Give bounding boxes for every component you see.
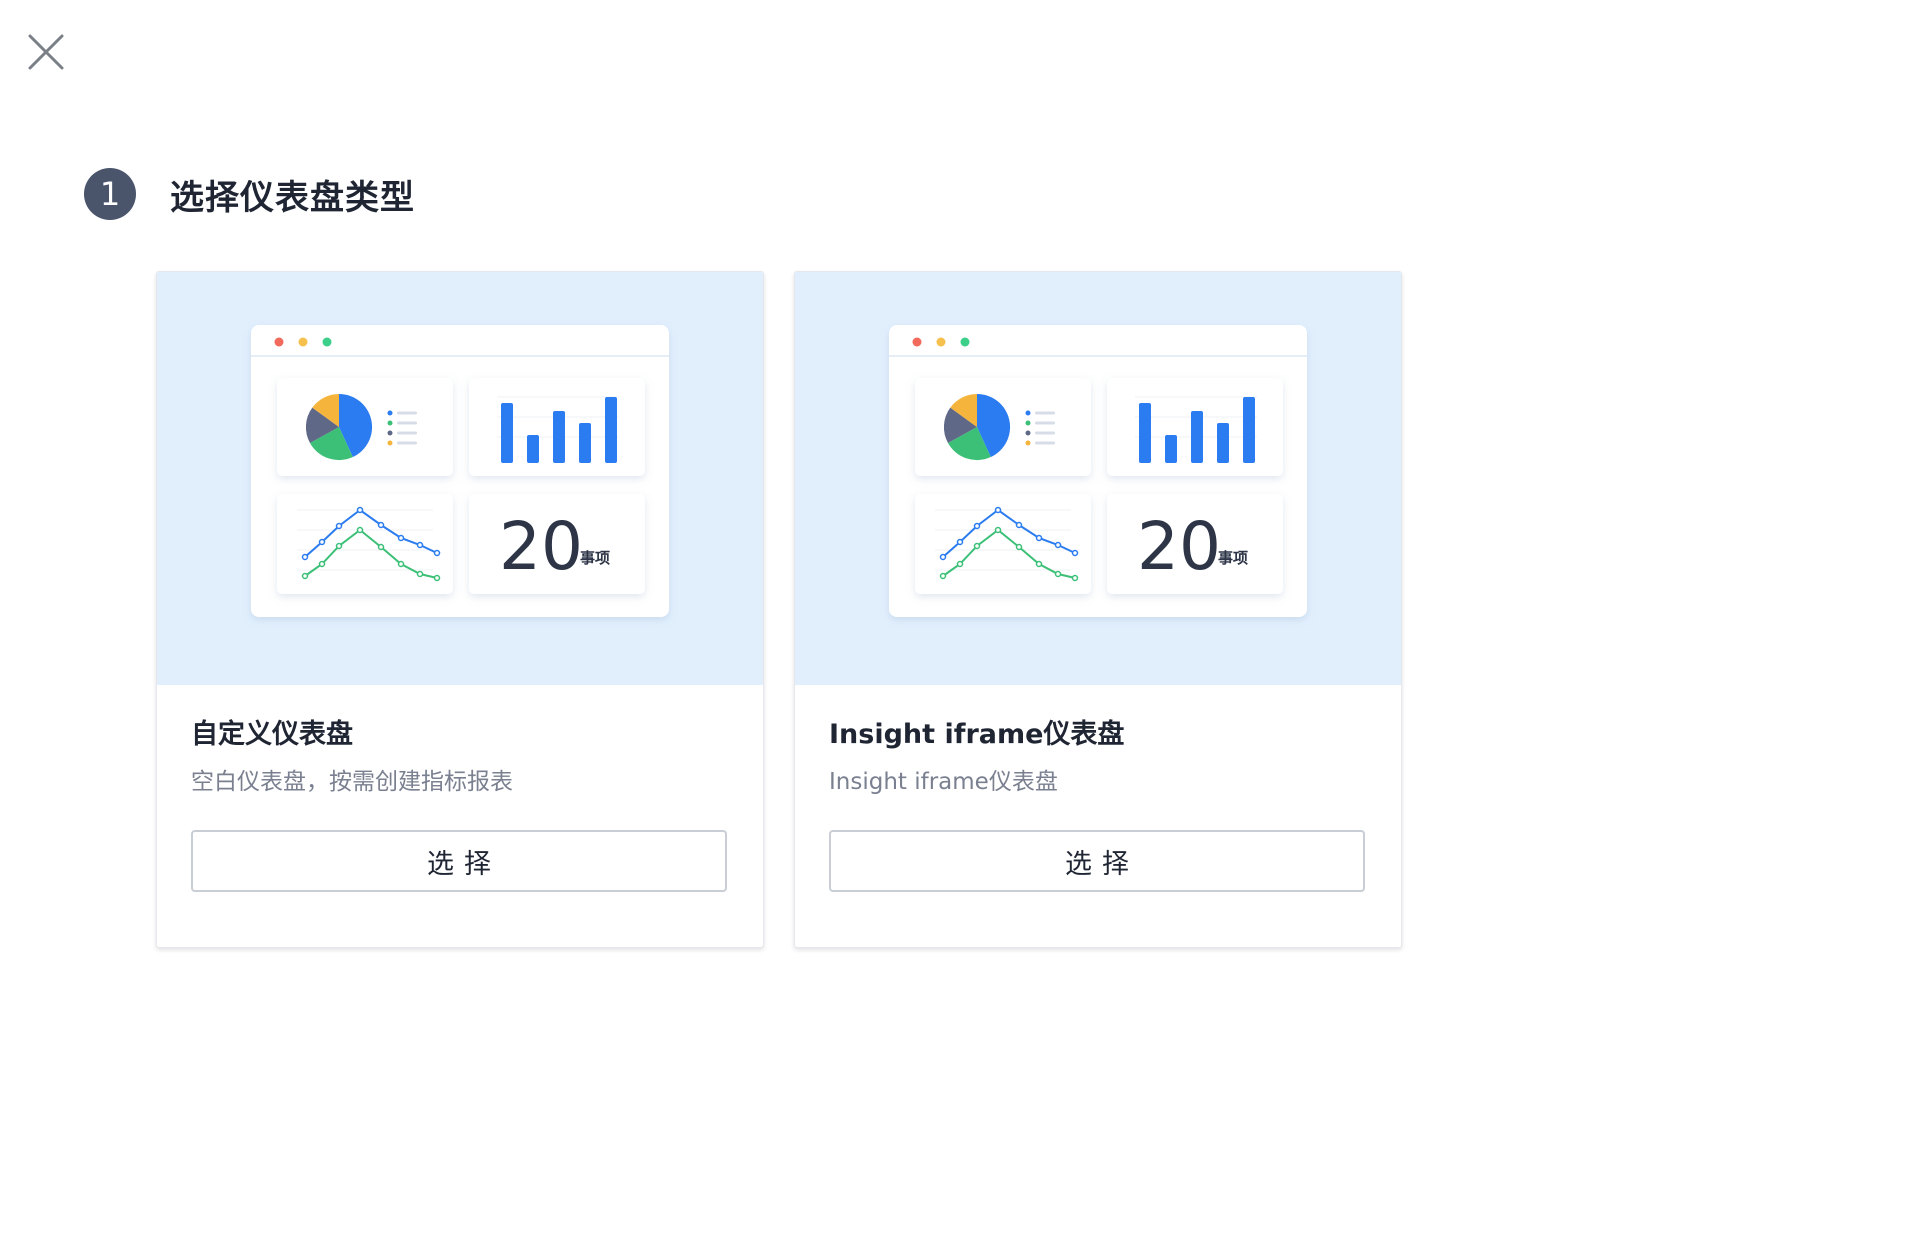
card-description: Insight iframe仪表盘 [829, 769, 1058, 795]
step-number-badge: 1 [84, 168, 136, 220]
select-button[interactable]: 选择 [829, 830, 1365, 892]
dashboard-type-card-insight-iframe[interactable]: 20 事项 Insight iframe仪表盘 Insight iframe仪表… [794, 271, 1402, 948]
kpi-unit: 事项 [1218, 549, 1248, 567]
kpi-value: 20 [1137, 508, 1221, 585]
card-description: 空白仪表盘，按需创建指标报表 [191, 769, 513, 795]
dashboard-type-card-custom[interactable]: 20 事项 自定义仪表盘 空白仪表盘，按需创建指标报表 选择 [156, 271, 764, 948]
close-icon [28, 34, 64, 70]
close-button[interactable] [26, 32, 66, 72]
window-dot-green [322, 337, 332, 347]
select-button[interactable]: 选择 [191, 830, 727, 892]
kpi-unit: 事项 [580, 549, 610, 567]
step-title: 选择仪表盘类型 [170, 177, 415, 218]
window-dot-red [912, 337, 922, 347]
card-title: 自定义仪表盘 [191, 719, 353, 750]
kpi-value: 20 [499, 508, 583, 585]
window-dot-green [960, 337, 970, 347]
card-title: Insight iframe仪表盘 [829, 719, 1125, 750]
window-dot-red [274, 337, 284, 347]
window-dot-yellow [936, 337, 946, 347]
dashboard-preview-illustration: 20 事项 [157, 272, 763, 685]
step-header: 1 选择仪表盘类型 [84, 167, 415, 221]
window-dot-yellow [298, 337, 308, 347]
dashboard-preview-illustration: 20 事项 [795, 272, 1401, 685]
